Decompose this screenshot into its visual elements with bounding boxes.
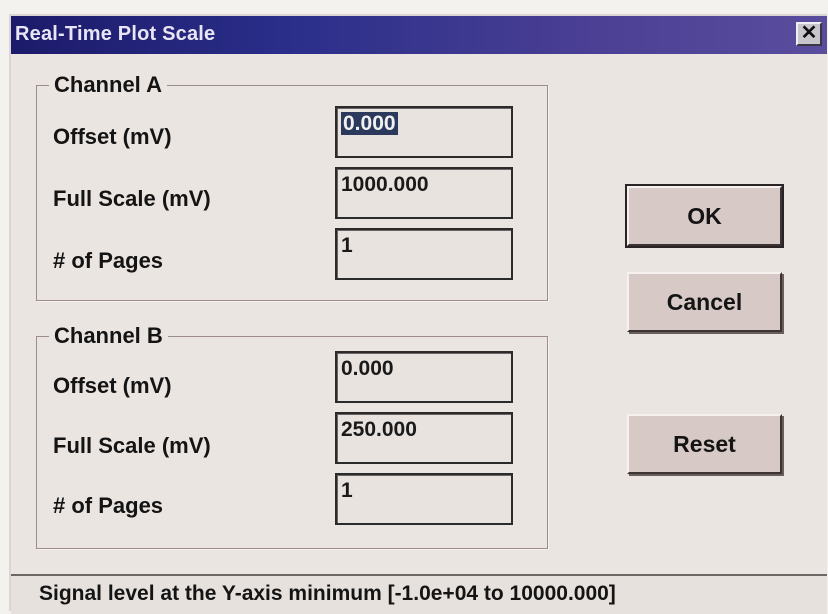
real-time-plot-scale-dialog: Real-Time Plot Scale ✕ Channel A Offset … (9, 14, 827, 614)
channel-b-pages-label: # of Pages (53, 493, 164, 518)
ok-button[interactable]: OK (625, 184, 784, 248)
channel-a-full-scale-input[interactable]: 1000.000 (335, 167, 513, 219)
close-icon: ✕ (800, 22, 818, 44)
channel-b-offset-input[interactable]: 0.000 (335, 351, 513, 403)
channel-b-title: Channel B (49, 323, 168, 349)
channel-a-title: Channel A (49, 72, 167, 98)
channel-a-offset-input[interactable]: 0.000 (335, 106, 513, 158)
channel-a-offset-label: Offset (mV) (53, 124, 172, 149)
reset-button[interactable]: Reset (627, 414, 782, 474)
close-button[interactable]: ✕ (796, 22, 822, 46)
channel-b-pages-input[interactable]: 1 (335, 473, 513, 525)
status-bar: Signal level at the Y-axis minimum [-1.0… (11, 574, 827, 614)
status-text: Signal level at the Y-axis minimum [-1.0… (39, 582, 616, 605)
channel-b-full-scale-label: Full Scale (mV) (53, 433, 211, 458)
window-title: Real-Time Plot Scale (15, 23, 216, 45)
channel-b-full-scale-input[interactable]: 250.000 (335, 412, 513, 464)
channel-a-pages-input[interactable]: 1 (335, 228, 513, 280)
channel-a-pages-label: # of Pages (53, 248, 164, 273)
channel-b-offset-label: Offset (mV) (53, 373, 172, 398)
channel-a-full-scale-label: Full Scale (mV) (53, 186, 211, 211)
channel-a-offset-value: 0.000 (341, 112, 398, 135)
title-bar[interactable]: Real-Time Plot Scale ✕ (11, 16, 827, 54)
cancel-button[interactable]: Cancel (627, 272, 782, 332)
